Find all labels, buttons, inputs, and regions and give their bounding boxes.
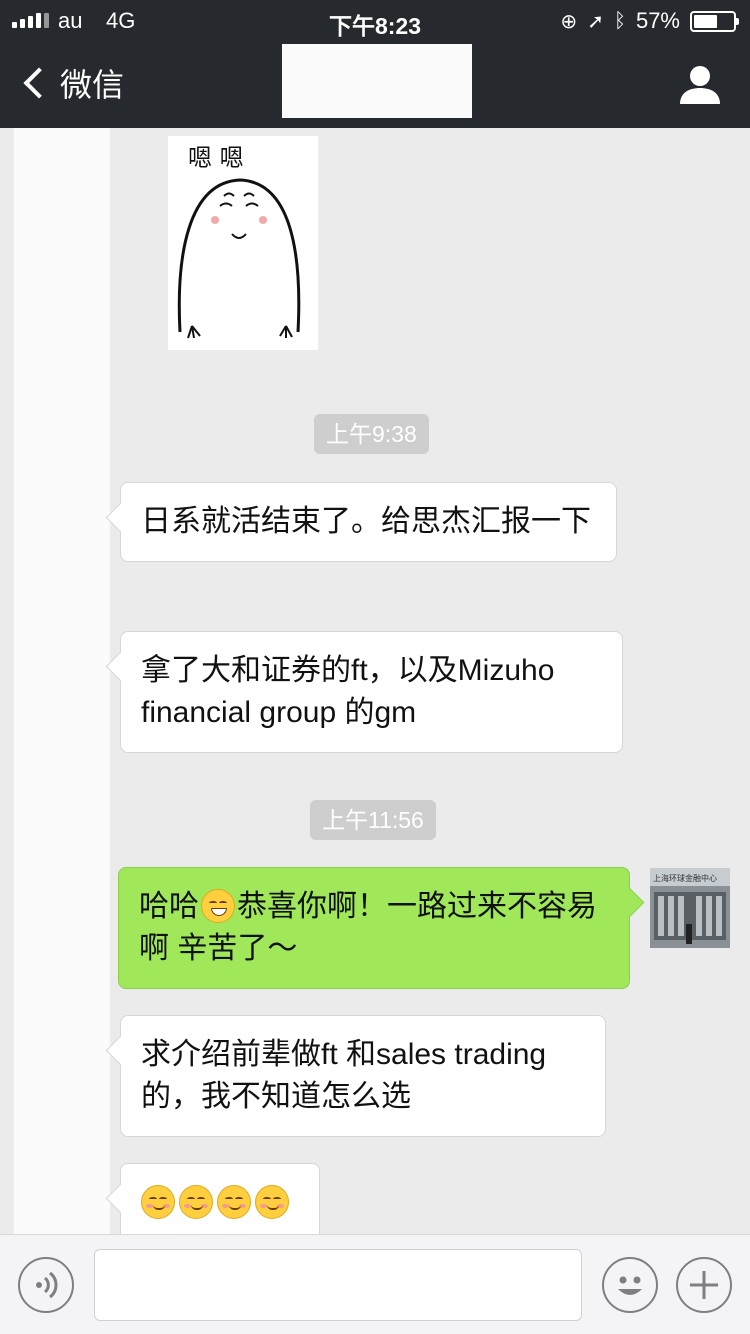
message-input[interactable] [94,1249,582,1321]
building-photo-icon: 上海环球金融中心 [650,868,730,948]
status-right-group: ⊕ ➚ ᛒ 57% [560,8,739,34]
message-text: 求介绍前辈做ft 和sales trading的，我不知道怎么选 [141,1038,547,1113]
rotation-lock-icon: ⊕ [560,10,578,33]
sticker-caption: 嗯 嗯 [188,144,244,172]
message-text-line-2: financial group 的gm [141,696,417,729]
chat-area[interactable]: 嗯 嗯 上午9:38 日系就活结束了。给思杰汇报一下 拿了大和证券的ft，以及M… [0,128,750,1234]
message-bubble[interactable] [120,1163,320,1234]
message-bubble[interactable]: 拿了大和证券的ft，以及Mizuho financial group 的gm [120,631,623,753]
emoji-button[interactable] [602,1257,658,1313]
status-bar: au 4G 下午8:23 ⊕ ➚ ᛒ 57% [0,0,750,40]
blushing-face-icon [255,1185,289,1219]
timestamp: 上午11:56 [310,800,436,840]
message-text-line-1: 拿了大和证券的ft，以及Mizuho [141,654,555,687]
chevron-left-icon [23,67,55,99]
chat-title-redacted [282,44,472,118]
back-button[interactable]: 微信 [18,60,124,106]
ghost-sticker-image: 嗯 嗯 [177,144,301,339]
message-text: 日系就活结束了。给思杰汇报一下 [141,505,591,538]
input-bar [0,1234,750,1334]
location-icon: ➚ [587,10,604,33]
bluetooth-icon: ᛒ [613,9,626,32]
message-bubble[interactable]: 日系就活结束了。给思杰汇报一下 [120,482,617,562]
more-button[interactable] [676,1257,732,1313]
grinning-face-icon [201,889,235,923]
voice-wave-icon [36,1271,58,1299]
voice-input-button[interactable] [18,1257,74,1313]
battery-percent: 57% [635,8,680,33]
top-bar: au 4G 下午8:23 ⊕ ➚ ᛒ 57% 微信 [0,0,750,128]
avatar-column-redacted [14,128,110,1234]
timestamp: 上午9:38 [314,414,429,454]
blushing-face-icon [217,1185,251,1219]
profile-icon[interactable] [678,62,722,106]
avatar-caption: 上海环球金融中心 [653,873,717,883]
battery-icon [690,10,739,32]
blushing-face-icon [179,1185,213,1219]
sticker-message[interactable]: 嗯 嗯 [168,136,318,350]
message-bubble-outgoing[interactable]: 哈哈 恭喜你啊！一路过来不容易啊 辛苦了～ [118,867,630,989]
back-label: 微信 [60,67,125,103]
message-text: 哈哈 [139,890,199,923]
smiley-icon [618,1276,642,1295]
blushing-face-icon [141,1185,175,1219]
message-bubble[interactable]: 求介绍前辈做ft 和sales trading的，我不知道怎么选 [120,1015,606,1137]
nav-bar: 微信 [0,40,750,128]
avatar[interactable]: 上海环球金融中心 [650,868,730,948]
plus-icon [690,1271,718,1299]
